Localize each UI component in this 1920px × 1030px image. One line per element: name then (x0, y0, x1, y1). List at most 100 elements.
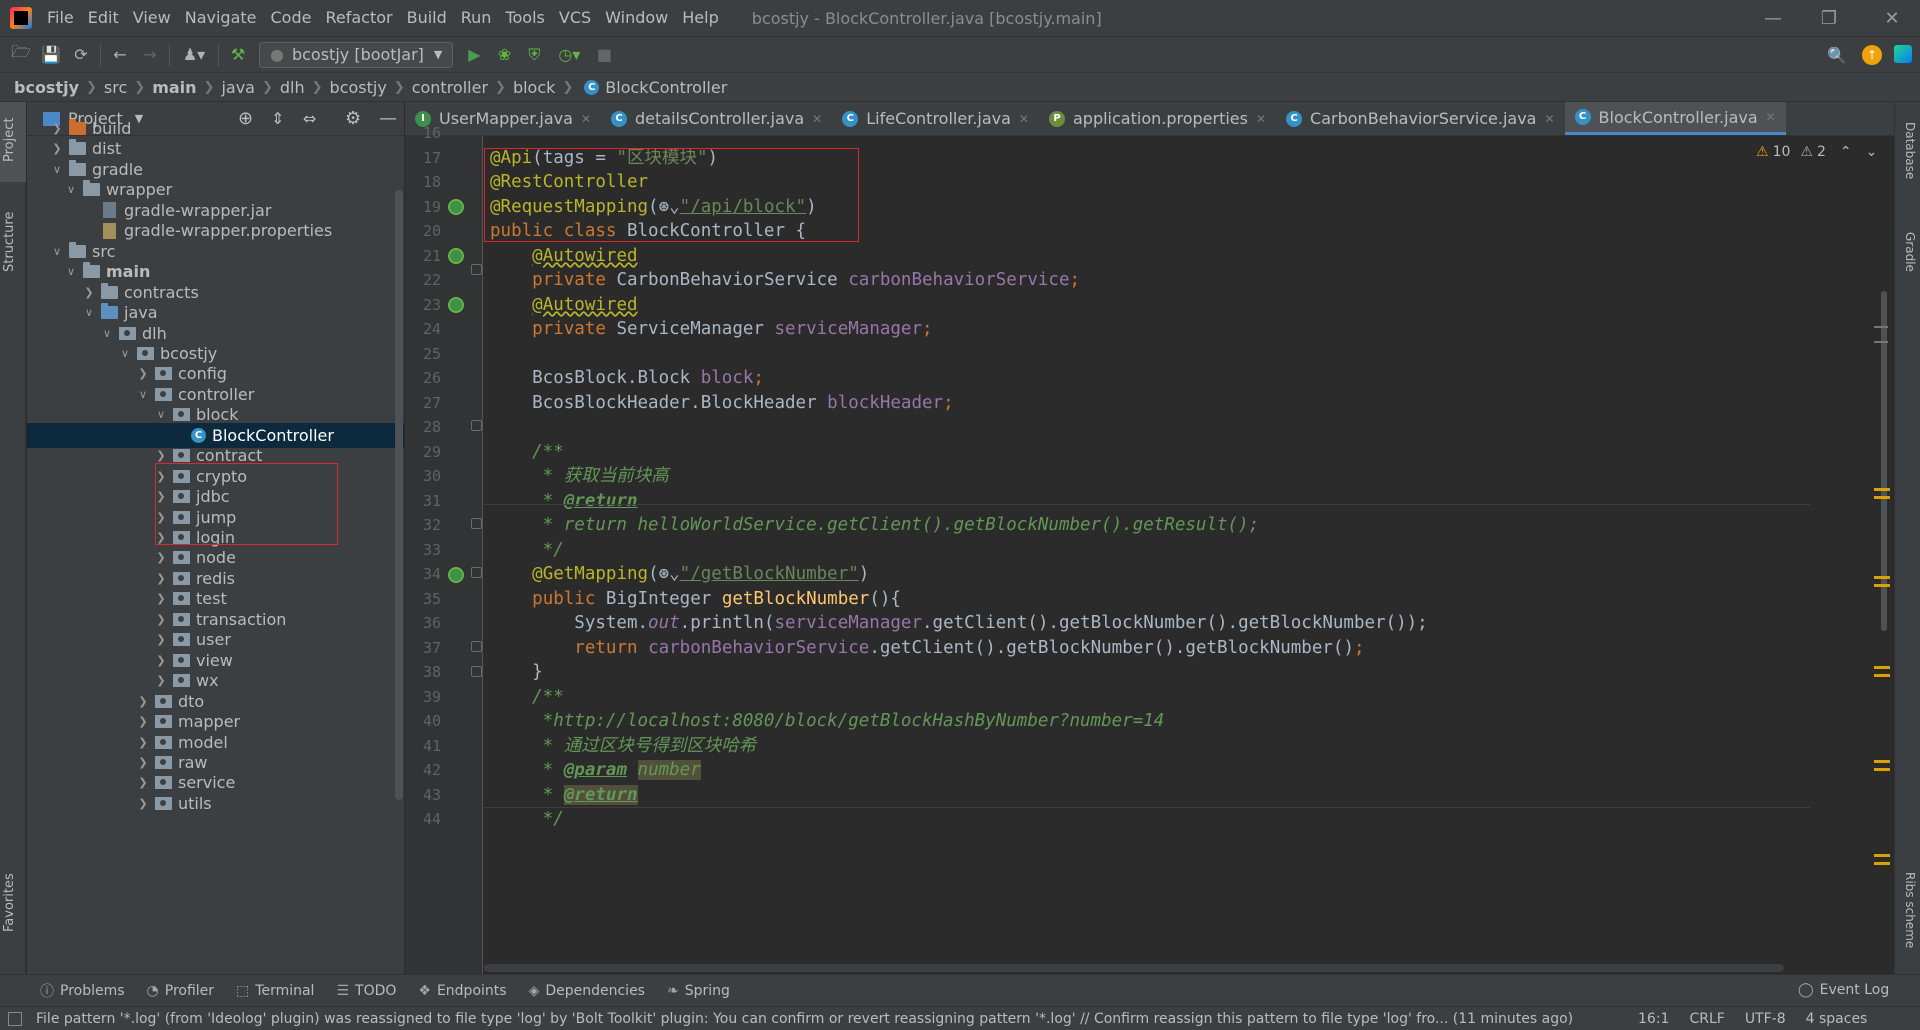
run-icon[interactable]: ▶ (459, 41, 489, 69)
close-tab-icon[interactable]: ✕ (581, 112, 591, 126)
menu-navigate[interactable]: Navigate (178, 0, 264, 36)
open-folder-icon[interactable]: 🗁 (6, 41, 36, 69)
warning-marker[interactable] (1874, 488, 1890, 491)
restore-icon[interactable]: ❐ (1801, 0, 1857, 36)
menu-edit[interactable]: Edit (81, 0, 126, 36)
ribs-scheme-stripe-label[interactable]: Ribs scheme (1903, 872, 1917, 948)
gradle-stripe-label[interactable]: Gradle (1903, 232, 1917, 272)
coverage-icon[interactable]: ⛨ (519, 41, 549, 69)
close-tab-icon[interactable]: ✕ (1544, 112, 1554, 126)
chevron-right-icon[interactable]: ❯ (153, 449, 169, 462)
forward-icon[interactable]: → (135, 41, 165, 69)
close-tab-icon[interactable]: ✕ (1256, 112, 1266, 126)
project-stripe-label[interactable]: Project (2, 118, 17, 162)
tree-item-utils[interactable]: ❯ utils (27, 791, 404, 816)
breadcrumb-item[interactable]: controller (412, 78, 488, 97)
sync-icon[interactable]: ⟳ (66, 41, 96, 69)
menu-build[interactable]: Build (400, 0, 454, 36)
fold-marker-icon[interactable] (471, 518, 482, 529)
chevron-right-icon[interactable]: ❯ (153, 592, 169, 605)
fold-marker-icon[interactable] (471, 420, 482, 431)
search-icon[interactable]: 🔍 (1822, 41, 1852, 69)
stop-icon[interactable]: ■ (589, 41, 619, 69)
breadcrumb-item[interactable]: dlh (280, 78, 305, 97)
save-icon[interactable]: 💾 (36, 41, 66, 69)
chevron-down-icon[interactable]: ⌄ (1866, 144, 1878, 160)
breadcrumb-item[interactable]: bcostjy (330, 78, 387, 97)
menu-file[interactable]: File (40, 0, 81, 36)
menu-help[interactable]: Help (675, 0, 725, 36)
chevron-right-icon[interactable]: ❯ (153, 674, 169, 687)
warning-marker[interactable] (1874, 576, 1890, 579)
toolbox-icon[interactable] (1894, 45, 1912, 63)
warning-marker[interactable] (1874, 768, 1890, 771)
spring-endpoint-icon[interactable] (448, 567, 464, 583)
horizontal-scrollbar[interactable] (484, 964, 1784, 972)
spring-bean-icon[interactable] (448, 199, 464, 215)
back-icon[interactable]: ← (105, 41, 135, 69)
tool-window-terminal[interactable]: ⬚ Terminal (236, 981, 314, 1001)
breadcrumb-item[interactable]: java (221, 78, 255, 97)
tab-carbonbehaviorservice-java[interactable]: C CarbonBehaviorService.java ✕ (1276, 102, 1565, 135)
status-message[interactable]: File pattern '*.log' (from 'Ideolog' plu… (36, 1011, 1618, 1027)
tool-window-spring[interactable]: ❧ Spring (667, 981, 730, 1001)
spring-bean-icon[interactable] (448, 248, 464, 264)
tool-window-dependencies[interactable]: ◈ Dependencies (529, 981, 645, 1001)
menu-view[interactable]: View (126, 0, 178, 36)
chevron-right-icon[interactable]: ❯ (135, 736, 151, 749)
chevron-right-icon[interactable]: ❯ (49, 122, 65, 135)
chevron-right-icon[interactable]: ❯ (153, 572, 169, 585)
chevron-right-icon[interactable]: ❯ (153, 551, 169, 564)
chevron-down-icon[interactable]: ∨ (135, 388, 151, 401)
warning-marker[interactable] (1874, 862, 1890, 865)
chevron-right-icon[interactable]: ❯ (153, 613, 169, 626)
event-log-button[interactable]: ◯ Event Log (1798, 982, 1889, 998)
menu-code[interactable]: Code (264, 0, 319, 36)
fold-marker-icon[interactable] (471, 264, 482, 275)
chevron-down-icon[interactable]: ∨ (81, 306, 97, 319)
chevron-down-icon[interactable]: ∨ (49, 245, 65, 258)
warning-marker[interactable] (1874, 584, 1890, 587)
warning-marker[interactable] (1874, 666, 1890, 669)
build-hammer-icon[interactable]: ⚒ (223, 41, 253, 69)
tool-window-todo[interactable]: ☰ TODO (336, 981, 396, 1001)
spring-bean-icon[interactable] (448, 297, 464, 313)
profile-icon[interactable]: ◷▾ (549, 41, 589, 69)
inspection-widget[interactable]: ⚠ 10 ⚠ 2 ⌃ ⌄ (1756, 144, 1877, 160)
chevron-right-icon[interactable]: ❯ (49, 142, 65, 155)
tab-blockcontroller-java[interactable]: C BlockController.java ✕ (1564, 102, 1786, 135)
chevron-right-icon[interactable]: ❯ (153, 633, 169, 646)
menu-run[interactable]: Run (454, 0, 499, 36)
close-tab-icon[interactable]: ✕ (1019, 112, 1029, 126)
menu-vcs[interactable]: VCS (552, 0, 598, 36)
breadcrumb-item[interactable]: src (104, 78, 127, 97)
menu-window[interactable]: Window (598, 0, 675, 36)
chevron-right-icon[interactable]: ❯ (81, 286, 97, 299)
chevron-down-icon[interactable]: ∨ (63, 265, 79, 278)
fold-marker-icon[interactable] (471, 666, 482, 677)
breadcrumb-item[interactable]: BlockController (605, 78, 727, 97)
caret-position[interactable]: 16:1 (1638, 1011, 1669, 1027)
user-icon[interactable]: ♟▾ (174, 41, 214, 69)
breadcrumb-item[interactable]: bcostjy (14, 78, 79, 97)
tool-window-endpoints[interactable]: ❖ Endpoints (418, 981, 506, 1001)
breadcrumb-item[interactable]: block (513, 78, 555, 97)
chevron-down-icon[interactable]: ∨ (99, 327, 115, 340)
fold-marker-icon[interactable] (471, 567, 482, 578)
project-scrollbar[interactable] (395, 190, 403, 800)
debug-icon[interactable]: ❀ (489, 41, 519, 69)
warning-marker[interactable] (1874, 760, 1890, 763)
chevron-right-icon[interactable]: ❯ (135, 756, 151, 769)
chevron-right-icon[interactable]: ❯ (135, 715, 151, 728)
chevron-down-icon[interactable]: ∨ (49, 163, 65, 176)
warning-marker[interactable] (1874, 496, 1890, 499)
file-encoding[interactable]: UTF-8 (1745, 1011, 1786, 1027)
menu-tools[interactable]: Tools (498, 0, 551, 36)
breadcrumb-item[interactable]: main (152, 78, 196, 97)
minimize-icon[interactable]: — (1745, 0, 1801, 36)
tab-detailscontroller-java[interactable]: CdetailsController.java ✕ (601, 102, 832, 135)
favorites-stripe-label[interactable]: Favorites (2, 873, 17, 932)
warning-marker[interactable] (1874, 854, 1890, 857)
close-icon[interactable]: ✕ (1864, 0, 1920, 36)
structure-stripe-label[interactable]: Structure (2, 212, 17, 272)
